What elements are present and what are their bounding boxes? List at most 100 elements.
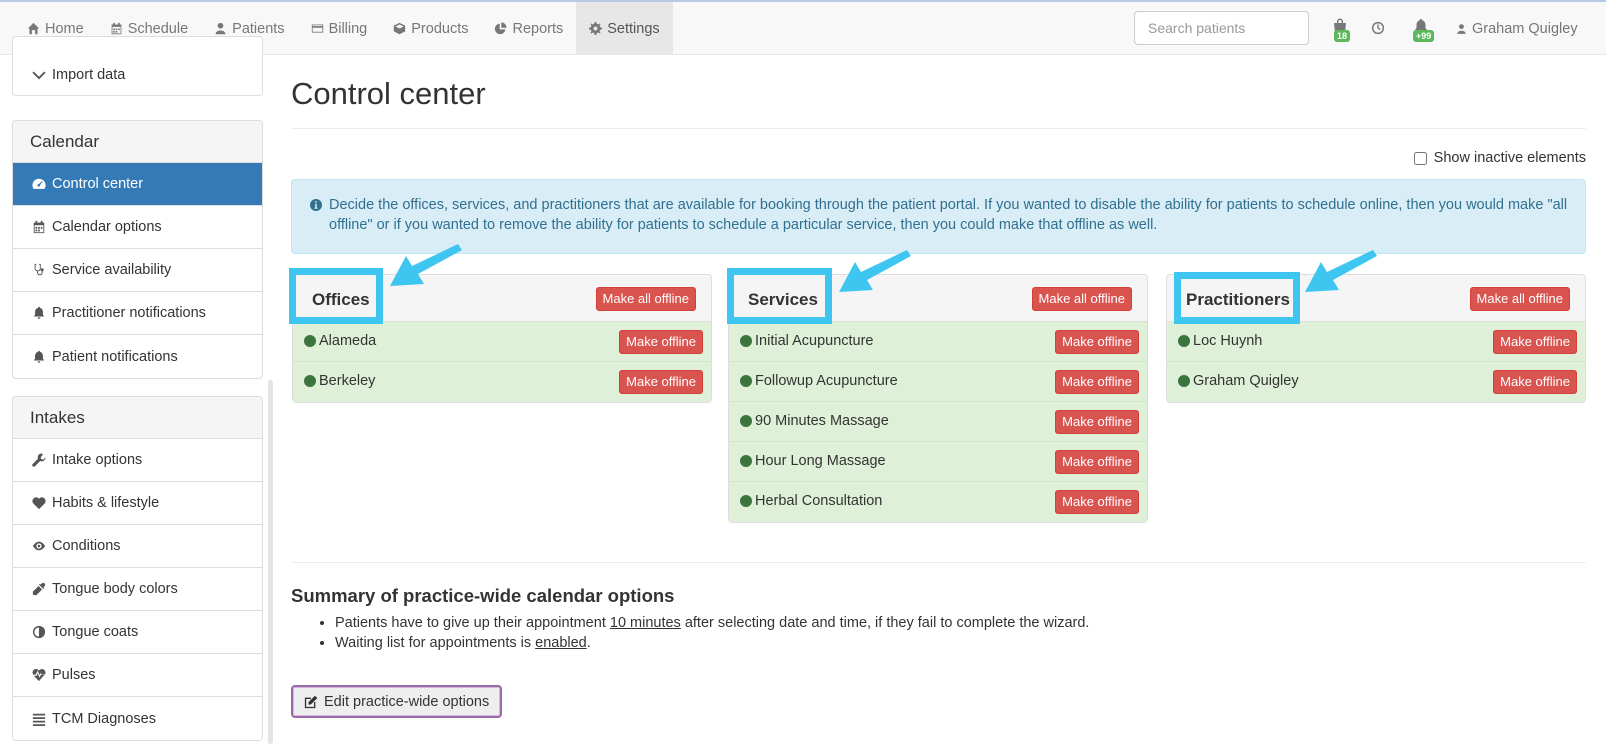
sidebar-item-label: Conditions: [52, 538, 121, 554]
sidebar-item-patient-notifications[interactable]: Patient notifications: [13, 335, 262, 378]
sidebar-item-label: Patient notifications: [52, 348, 178, 365]
arrow-pointer-icon: [390, 244, 462, 286]
sidebar-item-label: Practitioner notifications: [52, 305, 206, 321]
sidebar-item-calendar-options[interactable]: Calendar options: [13, 206, 262, 249]
sidebar-item-practitioner-notifications[interactable]: Practitioner notifications: [13, 292, 262, 335]
sidebar-item-intake-options[interactable]: Intake options: [13, 439, 262, 482]
sidebar-heading-calendar: Calendar: [13, 121, 262, 163]
summary-text: .: [586, 635, 591, 651]
info-text: Decide the offices, services, and practi…: [329, 197, 1568, 233]
online-status-dot: [1178, 375, 1190, 387]
sidebar-item-label: TCM Diagnoses: [52, 710, 156, 727]
nav-settings-label: Settings: [607, 20, 660, 37]
offices-panel-header: Offices Make all offline: [293, 275, 711, 322]
sidebar-item-control-center[interactable]: Control center: [13, 163, 262, 206]
bell-icon: [33, 306, 45, 319]
service-row: 90 Minutes Massage Make offline: [729, 402, 1147, 442]
sidebar-item-import-data[interactable]: Import data: [13, 53, 262, 95]
show-inactive-toggle[interactable]: Show inactive elements: [1413, 150, 1586, 166]
box-icon: [394, 22, 406, 35]
nav-billing-label: Billing: [328, 20, 368, 37]
sidebar-item-label: Intake options: [52, 452, 143, 468]
sidebar-item-tongue-body-colors[interactable]: Tongue body colors: [13, 568, 262, 611]
sidebar-item-habits-lifestyle[interactable]: Habits & lifestyle: [13, 482, 262, 525]
make-offline-button[interactable]: Make offline: [619, 370, 703, 394]
edit-icon: [304, 695, 318, 708]
services-panel-header: Services Make all offline: [729, 275, 1147, 322]
office-name: Berkeley: [319, 373, 376, 389]
online-status-dot: [740, 455, 752, 467]
sidebar-item-label: Tongue coats: [52, 624, 139, 640]
online-status-dot: [740, 495, 752, 507]
sidebar-item-conditions[interactable]: Conditions: [13, 525, 262, 568]
offices-title: Offices: [312, 290, 370, 309]
user-menu[interactable]: Graham Quigley: [1456, 2, 1578, 55]
sidebar-item-label: Control center: [52, 176, 144, 192]
services-make-all-offline-button[interactable]: Make all offline: [1031, 287, 1132, 311]
practitioner-name: Graham Quigley: [1193, 373, 1299, 389]
history-button[interactable]: [1371, 21, 1395, 45]
sidebar-item-tcm-diagnoses[interactable]: TCM Diagnoses: [13, 697, 262, 740]
online-status-dot: [740, 375, 752, 387]
info-alert: Decide the offices, services, and practi…: [291, 179, 1586, 254]
practitioner-row: Loc Huynh Make offline: [1167, 322, 1585, 362]
make-offline-button[interactable]: Make offline: [1055, 490, 1139, 514]
service-name: 90 Minutes Massage: [755, 413, 889, 429]
make-offline-button[interactable]: Make offline: [1055, 450, 1139, 474]
sidebar-calendar-group: Calendar Control center Calendar options…: [12, 120, 263, 379]
make-offline-button[interactable]: Make offline: [1055, 410, 1139, 434]
calendar-icon: [33, 220, 45, 234]
office-row-alameda: Alameda Make offline: [293, 322, 711, 362]
edit-practice-wide-options-button[interactable]: Edit practice-wide options: [291, 685, 503, 718]
sidebar-item-label: Habits & lifestyle: [52, 495, 160, 511]
adjust-icon: [32, 625, 46, 639]
service-row: Hour Long Massage Make offline: [729, 442, 1147, 482]
sidebar-item-label: Import data: [52, 66, 126, 83]
nav-settings[interactable]: Settings: [576, 2, 673, 55]
sidebar-item-label: Pulses: [52, 667, 96, 683]
make-offline-button[interactable]: Make offline: [1493, 330, 1577, 354]
heart-icon: [32, 497, 46, 510]
show-inactive-checkbox[interactable]: [1413, 151, 1427, 165]
nav-products[interactable]: Products: [380, 2, 481, 55]
online-status-dot: [740, 415, 752, 427]
nav-home-label: Home: [45, 20, 84, 37]
title-divider: [291, 128, 1586, 129]
waiting-list-link[interactable]: enabled: [535, 635, 587, 651]
clock-icon: [1371, 21, 1385, 35]
nav-products-label: Products: [411, 20, 469, 37]
dashboard-icon: [32, 178, 46, 189]
summary-text: Patients have to give up their appointme…: [335, 615, 610, 631]
sidebar-intakes-group: Intakes Intake options Habits & lifestyl…: [12, 396, 263, 741]
online-status-dot: [740, 335, 752, 347]
notifications-button[interactable]: +99: [1413, 18, 1437, 42]
inbox-button[interactable]: 18: [1332, 18, 1356, 42]
search-input[interactable]: [1134, 11, 1309, 45]
sidebar-item-tongue-coats[interactable]: Tongue coats: [13, 611, 262, 654]
nav-billing[interactable]: Billing: [298, 2, 381, 55]
sidebar-item-service-availability[interactable]: Service availability: [13, 249, 262, 292]
sidebar-item-pulses[interactable]: Pulses: [13, 654, 262, 697]
online-status-dot: [1178, 335, 1190, 347]
office-name: Alameda: [319, 333, 377, 349]
pie-chart-icon: [495, 22, 508, 35]
make-offline-button[interactable]: Make offline: [1055, 330, 1139, 354]
nav-reports[interactable]: Reports: [481, 2, 576, 55]
practitioners-title: Practitioners: [1186, 290, 1290, 309]
timeout-link[interactable]: 10 minutes: [610, 615, 681, 631]
service-row: Herbal Consultation Make offline: [729, 482, 1147, 522]
make-offline-button[interactable]: Make offline: [1055, 370, 1139, 394]
sidebar-item-label: Service availability: [52, 262, 172, 278]
make-offline-button[interactable]: Make offline: [619, 330, 703, 354]
service-name: Followup Acupuncture: [755, 373, 898, 389]
summary-text: Waiting list for appointments is: [335, 635, 536, 651]
practitioner-row: Graham Quigley Make offline: [1167, 362, 1585, 402]
summary-list: Patients have to give up their appointme…: [335, 613, 1089, 653]
heartbeat-icon: [32, 669, 46, 682]
offices-make-all-offline-button[interactable]: Make all offline: [595, 287, 696, 311]
make-offline-button[interactable]: Make offline: [1493, 370, 1577, 394]
practitioners-make-all-offline-button[interactable]: Make all offline: [1469, 287, 1570, 311]
office-row-berkeley: Berkeley Make offline: [293, 362, 711, 402]
calendar-icon: [111, 22, 122, 35]
sidebar-scrollbar[interactable]: [268, 380, 273, 744]
